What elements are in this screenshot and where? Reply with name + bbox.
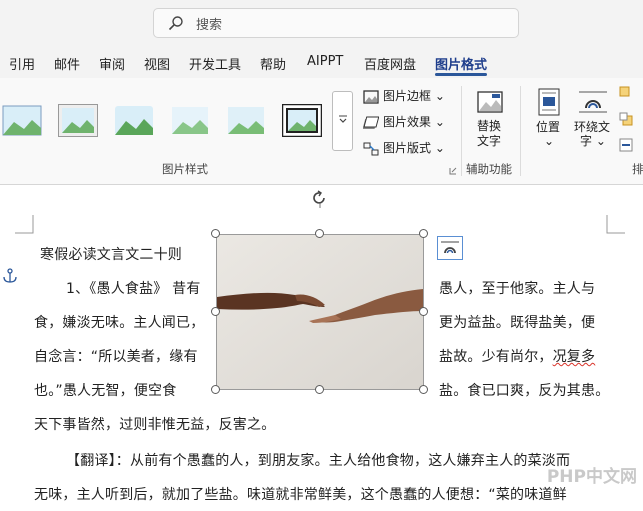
search-icon <box>168 16 183 31</box>
ribbon-separator <box>461 86 462 176</box>
position-button[interactable]: 位置 ⌄ <box>532 86 568 158</box>
picture-style-thumbnail[interactable] <box>226 104 266 137</box>
paragraph-line: 盐故。少有尚尔，况复多 <box>439 349 596 365</box>
anchor-icon <box>3 268 17 283</box>
alt-text-label-line2: 文字 <box>477 134 502 148</box>
resize-handle-top-right[interactable] <box>419 229 428 238</box>
picture-layout-button[interactable]: 图片版式 ⌄ <box>363 139 445 156</box>
search-box[interactable]: 搜索 <box>153 8 519 38</box>
wrap-text-button[interactable]: 环绕文 字 ⌄ <box>572 86 616 158</box>
selected-picture[interactable] <box>216 234 424 390</box>
search-placeholder: 搜索 <box>196 18 223 33</box>
picture-style-thumbnail[interactable] <box>58 104 98 137</box>
resize-handle-right[interactable] <box>419 307 428 316</box>
picture-layout-label: 图片版式 <box>383 141 432 155</box>
resize-handle-bottom[interactable] <box>315 385 324 394</box>
tab-aippt[interactable]: AIPPT <box>307 54 343 69</box>
paragraph-line: 食，嫌淡无味。主人闻已， <box>34 315 205 331</box>
tab-picture-format[interactable]: 图片格式 <box>435 54 487 73</box>
picture-border-icon <box>363 89 379 104</box>
ribbon-tabs: 引用 邮件 审阅 视图 开发工具 帮助 AIPPT 百度网盘 图片格式 <box>0 48 643 78</box>
position-label: 位置 <box>536 120 561 134</box>
tab-review[interactable]: 审阅 <box>99 54 125 73</box>
group-label-picture-styles: 图片样式 <box>162 162 208 176</box>
paragraph-line: 无味，主人听到后，就加了些盐。味道就非常鲜美，这个愚蠢的人便想：“菜的味道鲜 <box>34 487 567 503</box>
alt-text-button[interactable]: 替换 文字 <box>470 86 510 156</box>
paragraph-line: 盐。食已口爽，反为其患。 <box>439 383 610 399</box>
ribbon-separator <box>520 86 521 176</box>
hands-reaching-image <box>217 235 423 389</box>
resize-handle-bottom-right[interactable] <box>419 385 428 394</box>
chevron-down-icon: ⌄ <box>544 134 555 148</box>
picture-style-thumbnail[interactable] <box>114 104 154 137</box>
tab-baidu-netdisk[interactable]: 百度网盘 <box>364 54 416 73</box>
tab-developer[interactable]: 开发工具 <box>189 54 241 73</box>
resize-handle-top[interactable] <box>315 229 324 238</box>
picture-layout-icon <box>363 142 379 155</box>
resize-handle-left[interactable] <box>211 307 220 316</box>
wrap-text-label-line2: 字 ⌄ <box>580 134 606 148</box>
picture-border-label: 图片边框 <box>383 89 432 103</box>
selection-pane-icon[interactable] <box>619 138 633 152</box>
layout-options-icon <box>441 241 459 254</box>
picture-style-thumbnail[interactable] <box>2 104 42 137</box>
layout-options-button[interactable] <box>437 236 463 260</box>
dialog-launcher-icon[interactable] <box>449 167 457 175</box>
picture-effects-label: 图片效果 <box>383 115 432 129</box>
resize-handle-bottom-left[interactable] <box>211 385 220 394</box>
picture-style-thumbnail[interactable] <box>170 104 210 137</box>
paragraph-line: 【翻译】：从前有个愚蠢的人，到朋友家。主人给他食物，这人嫌弃主人的菜淡而 <box>66 453 571 469</box>
rotate-handle-icon[interactable] <box>312 190 328 208</box>
tab-mailings[interactable]: 邮件 <box>54 54 80 73</box>
paragraph-line: 也。”愚人无智，便空食 <box>34 383 177 399</box>
position-icon <box>538 88 560 116</box>
wrap-text-icon <box>579 91 607 113</box>
paragraph-line: 自念言：“所以美者，缘有 <box>34 349 198 365</box>
paragraph-line: 愚人，至于他家。主人与 <box>439 281 596 297</box>
picture-effects-button[interactable]: 图片效果 ⌄ <box>363 113 445 130</box>
wrap-text-label-line1: 环绕文 <box>574 120 611 134</box>
send-backward-icon[interactable] <box>619 112 633 126</box>
document-title: 寒假必读文言文二十则 <box>40 247 182 263</box>
picture-style-thumbnail-selected[interactable] <box>282 104 322 137</box>
spelling-flag[interactable]: 况复多 <box>553 349 596 365</box>
group-label-arrange: 排 <box>632 162 643 176</box>
paragraph-line: 更为益盐。既得盐美，便 <box>439 315 596 331</box>
arrange-group-partial <box>619 86 643 156</box>
alt-text-label-line1: 替换 <box>477 119 502 133</box>
group-label-accessibility: 辅助功能 <box>466 162 512 176</box>
picture-border-button[interactable]: 图片边框 ⌄ <box>363 87 445 104</box>
paragraph-line: 1、《愚人食盐》 昔有 <box>66 281 201 297</box>
tab-view[interactable]: 视图 <box>144 54 170 73</box>
page-corner-mark <box>15 215 34 234</box>
alt-text-icon <box>477 91 503 113</box>
resize-handle-top-left[interactable] <box>211 229 220 238</box>
picture-effects-icon <box>363 116 379 129</box>
paragraph-line: 天下事皆然，过则非惟无益，反害之。 <box>34 417 276 433</box>
active-tab-indicator <box>435 73 487 76</box>
chevron-down-icon <box>339 115 347 123</box>
bring-forward-icon[interactable] <box>619 86 633 100</box>
tab-references[interactable]: 引用 <box>9 54 35 73</box>
tab-help[interactable]: 帮助 <box>260 54 286 73</box>
picture-styles-more-button[interactable] <box>332 91 353 151</box>
watermark: PHP中文网 <box>546 467 637 487</box>
page-corner-mark <box>606 215 625 234</box>
